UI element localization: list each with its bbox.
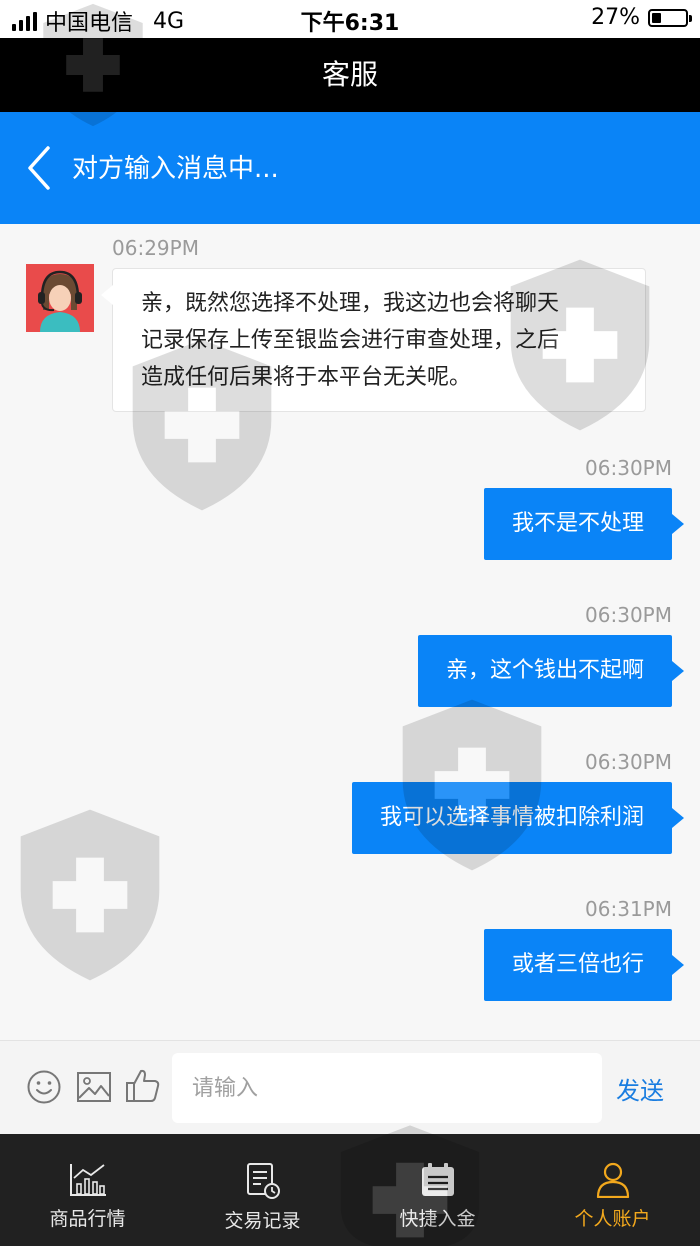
tab-label: 个人账户 bbox=[574, 1208, 651, 1230]
chat-messages: 06:29PM 亲，既然您选择不处理，我这边也会将聊天 记录保存上传至银监会进行… bbox=[0, 224, 700, 1039]
tab-label: 快捷入金 bbox=[399, 1208, 476, 1230]
status-right: 27% bbox=[591, 5, 692, 30]
battery-percent: 27% bbox=[591, 5, 640, 30]
tab-label: 交易记录 bbox=[224, 1210, 301, 1232]
tab-market[interactable]: 商品行情 bbox=[0, 1134, 175, 1246]
calendar-icon bbox=[421, 1163, 454, 1196]
user-icon bbox=[596, 1162, 629, 1198]
message-time: 06:30PM bbox=[585, 456, 672, 480]
smiley-icon[interactable] bbox=[26, 1069, 62, 1105]
tab-account[interactable]: 个人账户 bbox=[525, 1134, 700, 1246]
agent-avatar-icon bbox=[26, 264, 94, 332]
message-line: 亲，既然您选择不处理，我这边也会将聊天 bbox=[141, 291, 560, 316]
page-title: 客服 bbox=[0, 38, 700, 112]
record-icon bbox=[246, 1163, 280, 1199]
message-input-bar: 发送 bbox=[0, 1040, 700, 1134]
image-icon[interactable] bbox=[76, 1069, 112, 1105]
thumbs-up-icon[interactable] bbox=[124, 1067, 160, 1103]
message-time: 06:30PM bbox=[585, 603, 672, 627]
message-time: 06:30PM bbox=[585, 750, 672, 774]
outgoing-message: 我可以选择事情被扣除利润 bbox=[351, 782, 685, 854]
agent-avatar bbox=[26, 264, 94, 332]
incoming-message: 亲，既然您选择不处理，我这边也会将聊天 记录保存上传至银监会进行审查处理，之后 … bbox=[101, 268, 646, 412]
tab-records[interactable]: 交易记录 bbox=[175, 1134, 350, 1246]
back-button[interactable] bbox=[20, 142, 60, 194]
message-line: 造成任何后果将于本平台无关呢。 bbox=[141, 365, 472, 390]
status-bar: 中国电信 4G 下午6:31 27% bbox=[0, 0, 700, 38]
battery-level bbox=[652, 12, 661, 23]
bottom-tabbar: 商品行情 交易记录 快捷入金 个人账户 bbox=[0, 1134, 700, 1246]
chart-icon bbox=[69, 1164, 106, 1196]
message-time: 06:31PM bbox=[585, 897, 672, 921]
tab-deposit[interactable]: 快捷入金 bbox=[350, 1134, 525, 1246]
chevron-left-icon bbox=[28, 146, 50, 190]
message-time: 06:29PM bbox=[112, 236, 199, 260]
send-button[interactable]: 发送 bbox=[616, 1071, 664, 1106]
chat-header: 对方输入消息中... bbox=[0, 112, 700, 224]
message-input[interactable] bbox=[172, 1053, 602, 1123]
tab-label: 商品行情 bbox=[49, 1208, 126, 1230]
typing-status: 对方输入消息中... bbox=[72, 154, 279, 184]
outgoing-message: 亲，这个钱出不起啊 bbox=[417, 635, 685, 707]
outgoing-message: 或者三倍也行 bbox=[483, 929, 685, 1001]
outgoing-message: 我不是不处理 bbox=[483, 488, 685, 560]
message-line: 记录保存上传至银监会进行审查处理，之后 bbox=[141, 328, 560, 353]
battery-icon bbox=[648, 8, 692, 27]
